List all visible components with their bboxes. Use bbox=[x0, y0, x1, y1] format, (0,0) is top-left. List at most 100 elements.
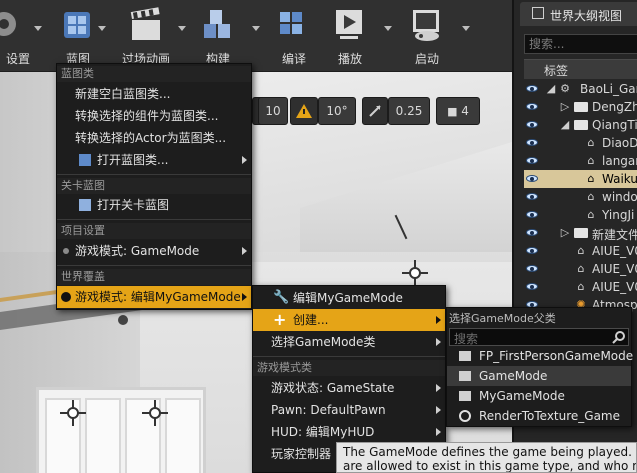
menu-item-label: 打开蓝图类... bbox=[97, 153, 169, 167]
rotation-snap-value[interactable]: 10° bbox=[318, 97, 356, 125]
warning-triangle-icon bbox=[296, 104, 312, 118]
outliner-row[interactable]: ⌂ AIUE_V0 bbox=[524, 278, 637, 296]
label-column: 标签 bbox=[544, 64, 569, 78]
outliner-row[interactable]: ⌂ DiaoD bbox=[524, 134, 637, 152]
blueprints-button[interactable]: 蓝图 bbox=[56, 4, 100, 68]
plus-icon: + bbox=[273, 310, 287, 329]
parent-class-item[interactable]: GameMode bbox=[447, 366, 631, 386]
expand-arrow-icon[interactable]: ▷ bbox=[558, 226, 572, 240]
settings-label: 设置 bbox=[5, 52, 30, 66]
outliner-row-label: QiangTi bbox=[592, 118, 637, 132]
outliner-row[interactable]: ▷ 新建文件 bbox=[524, 224, 637, 242]
open-blueprint-class-item[interactable]: 打开蓝图类... bbox=[57, 149, 251, 171]
compile-button[interactable]: 编译 bbox=[272, 4, 316, 68]
pawn-item[interactable]: Pawn: DefaultPawn bbox=[253, 399, 445, 421]
chevron-down-icon[interactable] bbox=[178, 26, 186, 31]
chevron-down-icon[interactable] bbox=[98, 26, 106, 31]
outliner-row[interactable]: ▷ DengZha bbox=[524, 98, 637, 116]
build-blocks-icon bbox=[204, 10, 230, 38]
chevron-down-icon[interactable] bbox=[462, 26, 470, 31]
bullet-icon bbox=[61, 292, 71, 302]
settings-icon bbox=[0, 12, 16, 36]
eye-icon[interactable] bbox=[526, 229, 538, 236]
outliner-row[interactable]: ◢ QiangTi bbox=[524, 116, 637, 134]
outliner-row-label: AIUE_V0 bbox=[592, 262, 637, 276]
project-game-mode-item[interactable]: 游戏模式: GameMode bbox=[57, 240, 251, 262]
scale-snap-value[interactable]: 0.25 bbox=[388, 97, 430, 125]
outliner-row[interactable]: ⌂ langar bbox=[524, 152, 637, 170]
outliner-row[interactable]: ⌂ YingJi bbox=[524, 206, 637, 224]
cinematics-button[interactable]: 过场动画 bbox=[118, 4, 174, 68]
convert-components-item[interactable]: 转换选择的组件为蓝图类... bbox=[57, 105, 251, 127]
rotation-snap-toggle[interactable] bbox=[290, 97, 318, 125]
outliner-search-input[interactable]: 搜索... bbox=[524, 34, 637, 54]
create-gamemode-item[interactable]: + 创建... bbox=[253, 309, 445, 331]
spot-light-icon[interactable] bbox=[118, 315, 128, 325]
parent-class-item[interactable]: MyGameMode bbox=[447, 386, 631, 406]
select-gamemode-class-item[interactable]: 选择GameMode类 bbox=[253, 331, 445, 353]
eye-icon[interactable] bbox=[526, 193, 538, 200]
expand-arrow-icon[interactable]: ◢ bbox=[558, 118, 572, 132]
outliner-row-label: langar bbox=[602, 154, 637, 168]
eye-icon[interactable] bbox=[526, 265, 538, 272]
play-button[interactable]: 播放 bbox=[328, 4, 372, 68]
expand-arrow-icon[interactable]: ▷ bbox=[558, 100, 572, 114]
submenu-arrow-icon bbox=[436, 316, 441, 324]
outliner-row-label: AIUE_V0 bbox=[592, 244, 637, 258]
launch-button[interactable]: 启动 bbox=[404, 4, 450, 68]
outliner-row-label: 新建文件 bbox=[592, 228, 637, 242]
static-mesh-icon: ⌂ bbox=[577, 262, 585, 275]
open-level-blueprint-item[interactable]: 打开关卡蓝图 bbox=[57, 194, 251, 216]
outliner-row[interactable]: ⌂ AIUE_V0 bbox=[524, 260, 637, 278]
eye-icon[interactable] bbox=[526, 211, 538, 218]
blueprint-open-icon bbox=[79, 154, 91, 166]
blueprint-icon bbox=[64, 12, 90, 38]
game-state-item[interactable]: 游戏状态: GameState bbox=[253, 377, 445, 399]
eye-icon[interactable] bbox=[526, 139, 538, 146]
chevron-down-icon[interactable] bbox=[252, 26, 260, 31]
build-button[interactable]: 构建 bbox=[196, 4, 240, 68]
menu-item-label: 游戏模式: GameMode bbox=[75, 244, 200, 258]
eye-icon[interactable] bbox=[526, 121, 538, 128]
outliner-row[interactable]: ◢⚙ BaoLi_Gam bbox=[524, 80, 637, 98]
new-empty-blueprint-item[interactable]: 新建空白蓝图类... bbox=[57, 83, 251, 105]
scale-snap-toggle[interactable] bbox=[362, 97, 388, 125]
expand-arrow-icon[interactable]: ◢ bbox=[544, 82, 558, 96]
world-outliner-tab[interactable]: 世界大纲视图 bbox=[520, 2, 637, 26]
level-blueprint-icon bbox=[79, 199, 91, 211]
settings-button[interactable]: 设置 bbox=[0, 4, 44, 68]
picker-search-input[interactable]: 搜索 bbox=[449, 328, 629, 346]
outliner-row[interactable]: ⌂ windo bbox=[524, 188, 637, 206]
convert-actor-item[interactable]: 转换选择的Actor为蓝图类... bbox=[57, 127, 251, 149]
hud-item[interactable]: HUD: 编辑MyHUD bbox=[253, 421, 445, 443]
outliner-row-label: Waiku bbox=[602, 172, 637, 186]
menu-divider bbox=[57, 219, 251, 220]
menu-section-header: 关卡蓝图 bbox=[57, 178, 251, 194]
eye-icon[interactable] bbox=[526, 175, 538, 182]
bullet-icon bbox=[63, 248, 69, 254]
light-icon[interactable] bbox=[60, 400, 86, 426]
camera-speed-button[interactable]: ■ 4 bbox=[436, 97, 480, 125]
submenu-arrow-icon bbox=[436, 406, 441, 414]
chevron-down-icon[interactable] bbox=[384, 26, 392, 31]
eye-icon[interactable] bbox=[526, 157, 538, 164]
light-icon[interactable] bbox=[142, 400, 168, 426]
parent-class-item[interactable]: RenderToTexture_Game bbox=[447, 406, 631, 426]
menu-item-label: 打开关卡蓝图 bbox=[97, 198, 170, 212]
edit-gamemode-item[interactable]: 🔧 编辑MyGameMode bbox=[253, 287, 445, 309]
eye-icon[interactable] bbox=[526, 103, 538, 110]
eye-icon[interactable] bbox=[526, 283, 538, 290]
scale-icon bbox=[369, 105, 381, 117]
tooltip: The GameMode defines the game being play… bbox=[336, 442, 637, 473]
parent-class-item[interactable]: FP_FirstPersonGameMode bbox=[447, 346, 633, 366]
clapperboard-icon bbox=[130, 7, 160, 40]
grid-snap-value[interactable]: 10 bbox=[258, 97, 288, 125]
light-icon[interactable] bbox=[402, 260, 428, 286]
world-game-mode-item[interactable]: 游戏模式: 编辑MyGameMode bbox=[57, 286, 251, 308]
chevron-down-icon[interactable] bbox=[34, 26, 42, 31]
eye-icon[interactable] bbox=[526, 85, 538, 92]
eye-icon[interactable] bbox=[526, 247, 538, 254]
outliner-row-selected[interactable]: ⌂ Waiku bbox=[524, 170, 637, 188]
outliner-row[interactable]: ⌂ AIUE_V0 bbox=[524, 242, 637, 260]
outliner-column-header[interactable]: 标签 bbox=[524, 59, 637, 79]
